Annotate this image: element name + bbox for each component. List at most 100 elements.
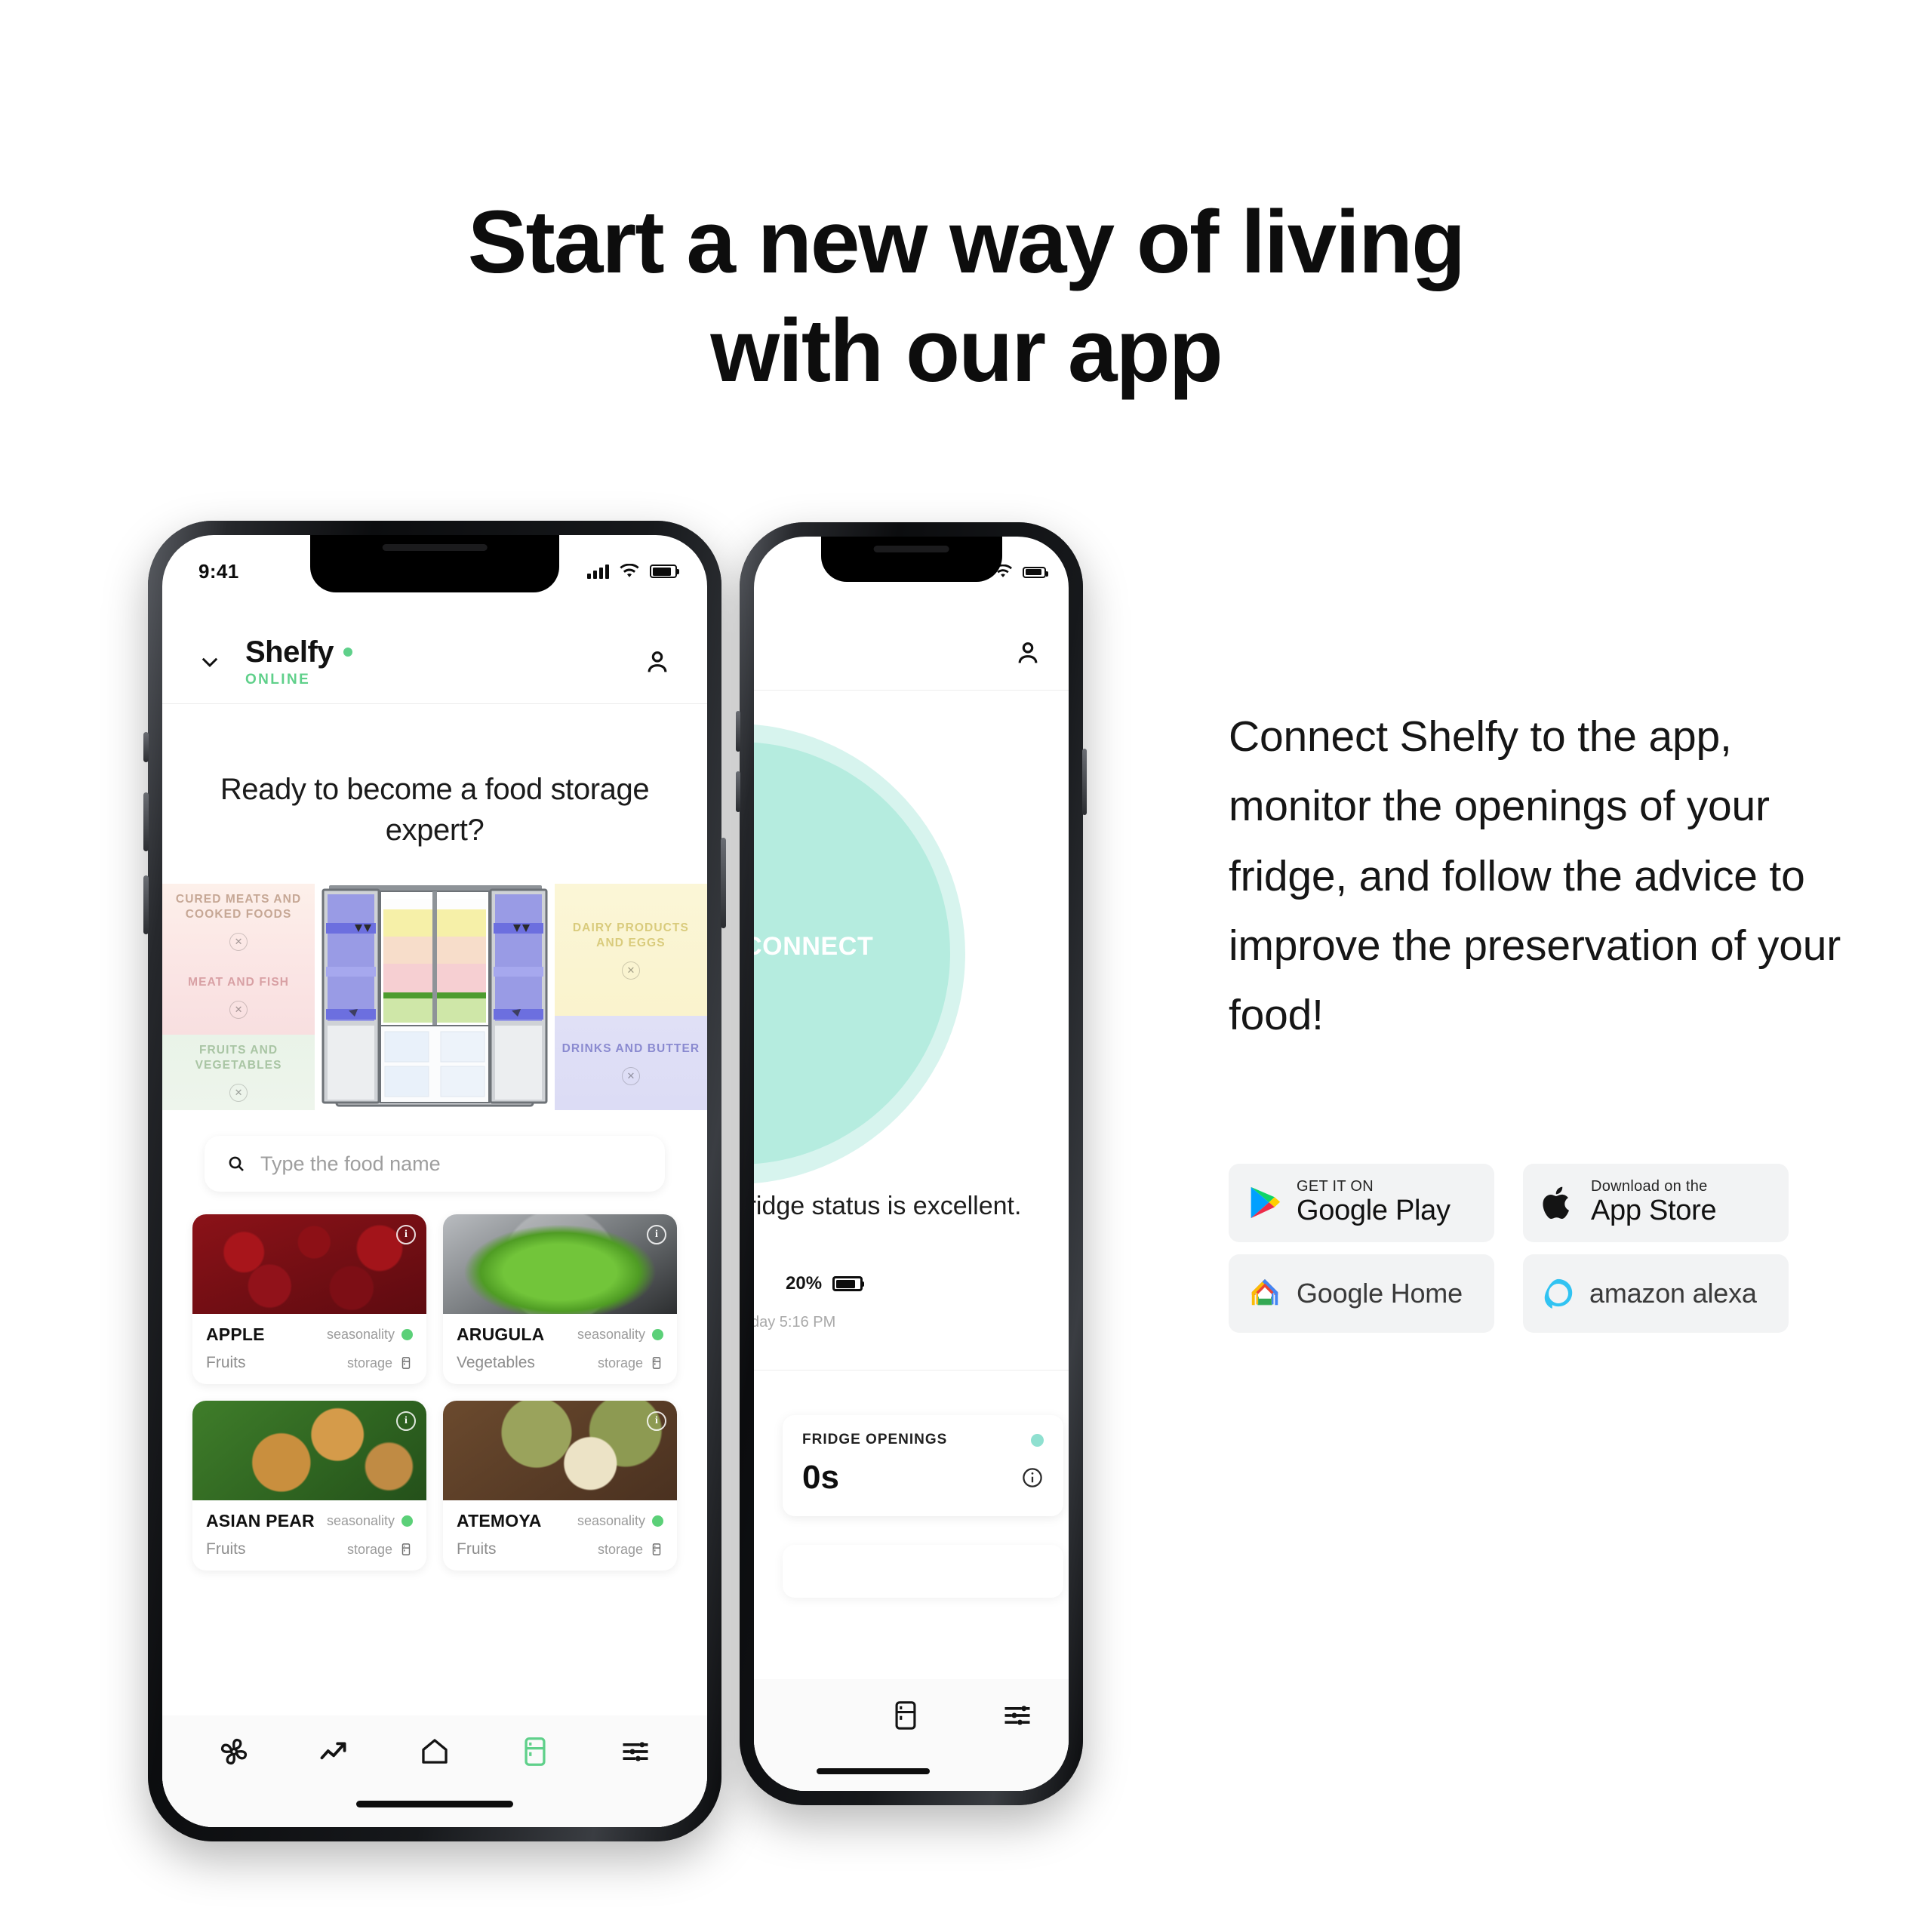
google-home-badge[interactable]: Google Home — [1229, 1254, 1494, 1333]
fridge-zone-map: CURED MEATS AND COOKED FOODS ✕ MEAT AND … — [162, 884, 707, 1110]
seasonality-dot-icon — [652, 1329, 663, 1340]
fridge-openings-label: FRIDGE OPENINGS — [802, 1432, 948, 1447]
secondary-card-peek[interactable] — [783, 1545, 1063, 1598]
badge-top-line: Download on the — [1591, 1177, 1708, 1195]
food-search-bar[interactable]: Type the food name — [205, 1136, 665, 1192]
search-input[interactable]: Type the food name — [260, 1152, 441, 1176]
info-badge-icon[interactable]: i — [396, 1225, 416, 1244]
fridge-zones-right: DAIRY PRODUCTS AND EGGS ✕ DRINKS AND BUT… — [554, 884, 707, 1110]
google-play-badge[interactable]: GET IT ON Google Play — [1229, 1163, 1494, 1242]
zone-label: CURED MEATS AND COOKED FOODS — [175, 893, 302, 921]
status-dot-icon — [1031, 1433, 1044, 1447]
food-card[interactable]: i ASIAN PEAR seasonality Fruits storage — [192, 1401, 426, 1571]
phone2-screen: CONNECT Your fridge status is excellent.… — [754, 537, 1069, 1791]
fridge-illustration — [321, 885, 548, 1107]
storage-label: storage — [597, 1541, 643, 1557]
promo-page: Start a new way of living with our app C… — [0, 0, 1932, 1932]
badge-main-line: amazon alexa — [1589, 1277, 1757, 1309]
food-image-apple: i — [192, 1214, 426, 1314]
phone1-volume-down-button[interactable] — [143, 875, 149, 934]
close-circle-icon[interactable]: ✕ — [621, 1066, 640, 1085]
fridge-zone-meat-fish[interactable]: MEAT AND FISH ✕ — [162, 959, 315, 1035]
connect-label[interactable]: CONNECT — [754, 932, 873, 961]
trending-up-icon[interactable] — [318, 1735, 351, 1768]
close-circle-icon[interactable]: ✕ — [229, 932, 248, 951]
phone1-home-indicator[interactable] — [356, 1801, 513, 1807]
home-icon[interactable] — [418, 1735, 451, 1768]
phone2-battery-row: 20% — [786, 1273, 865, 1294]
fridge-zone-drinks-butter[interactable]: DRINKS AND BUTTER ✕ — [554, 1016, 707, 1110]
phone2-power-button[interactable] — [1082, 749, 1087, 815]
sliders-icon[interactable] — [619, 1735, 652, 1768]
google-home-icon — [1251, 1278, 1278, 1305]
fridge-zone-cured-meats[interactable]: CURED MEATS AND COOKED FOODS ✕ — [162, 884, 315, 959]
storage-label: storage — [346, 1541, 392, 1557]
food-card[interactable]: i APPLE seasonality Fruits storage — [192, 1214, 426, 1384]
fridge-openings-card[interactable]: FRIDGE OPENINGS 0s — [783, 1415, 1063, 1516]
info-circle-icon[interactable] — [1021, 1466, 1044, 1489]
device-identity[interactable]: Shelfy ONLINE — [245, 635, 353, 688]
seasonality-dot-icon — [401, 1329, 413, 1340]
right-content-column: Connect Shelfy to the app, monitor the o… — [1229, 702, 1855, 1333]
phone2-notch — [820, 537, 1002, 582]
food-name: ATEMOYA — [457, 1511, 542, 1531]
amazon-alexa-badge[interactable]: amazon alexa — [1523, 1254, 1789, 1333]
seasonality-label: seasonality — [326, 1327, 395, 1342]
food-name: APPLE — [206, 1324, 265, 1344]
last-update-timestamp: Yesterday 5:16 PM — [754, 1314, 836, 1331]
fridge-icon — [401, 1357, 411, 1369]
close-circle-icon[interactable]: ✕ — [229, 1000, 248, 1019]
fridge-icon[interactable] — [518, 1735, 552, 1768]
battery-icon — [1023, 566, 1048, 578]
seasonality-label: seasonality — [577, 1327, 645, 1342]
fridge-zone-fruits-vegetables[interactable]: FRUITS AND VEGETABLES ✕ — [162, 1035, 315, 1110]
app-store-badge[interactable]: Download on the App Store — [1523, 1163, 1789, 1242]
chevron-down-icon[interactable] — [197, 649, 223, 675]
zone-label: DAIRY PRODUCTS AND EGGS — [572, 921, 689, 949]
sliders-icon[interactable] — [1001, 1699, 1034, 1732]
close-circle-icon[interactable]: ✕ — [229, 1083, 248, 1102]
food-card[interactable]: i ARUGULA seasonality Vegetables storage — [443, 1214, 677, 1384]
info-badge-icon[interactable]: i — [647, 1225, 666, 1244]
seasonality-dot-icon — [652, 1515, 663, 1527]
fridge-icon — [401, 1543, 411, 1555]
seasonality-label: seasonality — [326, 1513, 395, 1528]
phone1-mute-switch[interactable] — [143, 732, 149, 762]
phone2-app-header — [754, 615, 1069, 691]
zone-label: FRUITS AND VEGETABLES — [195, 1044, 282, 1072]
seasonality-label: seasonality — [577, 1513, 645, 1528]
phone1-earpiece-speaker — [382, 544, 488, 551]
food-name: ASIAN PEAR — [206, 1511, 315, 1531]
search-icon — [229, 1156, 244, 1171]
fridge-icon — [652, 1357, 661, 1369]
info-badge-icon[interactable]: i — [396, 1411, 416, 1431]
info-badge-icon[interactable]: i — [647, 1411, 666, 1431]
food-name: ARUGULA — [457, 1324, 545, 1344]
fan-icon[interactable] — [217, 1735, 251, 1768]
phone2-volume-up-button[interactable] — [736, 711, 740, 752]
close-circle-icon[interactable]: ✕ — [621, 961, 640, 980]
food-image-asian-pear: i — [192, 1401, 426, 1500]
person-icon[interactable] — [1013, 638, 1043, 668]
food-category: Vegetables — [457, 1354, 535, 1371]
device-name: Shelfy — [245, 635, 334, 669]
food-card[interactable]: i ATEMOYA seasonality Fruits storage — [443, 1401, 677, 1571]
person-icon[interactable] — [642, 647, 672, 677]
phone1-notch — [310, 535, 559, 592]
phone1-content: Ready to become a food storage expert? C… — [162, 704, 707, 1827]
food-expert-question: Ready to become a food storage expert? — [220, 773, 650, 847]
fridge-zone-dairy-eggs[interactable]: DAIRY PRODUCTS AND EGGS ✕ — [554, 884, 707, 1017]
food-image-atemoya: i — [443, 1401, 677, 1500]
food-card-grid: i APPLE seasonality Fruits storage i ARU… — [192, 1214, 677, 1571]
phone2-volume-down-button[interactable] — [736, 771, 740, 812]
phone2-content: CONNECT Your fridge status is excellent.… — [754, 706, 1069, 1791]
phone1-volume-up-button[interactable] — [143, 792, 149, 851]
badge-top-line: GET IT ON — [1297, 1177, 1374, 1195]
phone1-power-button[interactable] — [721, 838, 726, 928]
marketing-paragraph: Connect Shelfy to the app, monitor the o… — [1229, 712, 1841, 1040]
amazon-alexa-icon — [1544, 1278, 1573, 1309]
fridge-icon[interactable] — [889, 1699, 922, 1732]
phone2-home-indicator[interactable] — [817, 1768, 931, 1774]
phone-mockup-primary: 9:41 Shelfy ONLINE Ready to become a foo… — [143, 521, 726, 1841]
phone1-app-header: Shelfy ONLINE — [162, 620, 707, 704]
